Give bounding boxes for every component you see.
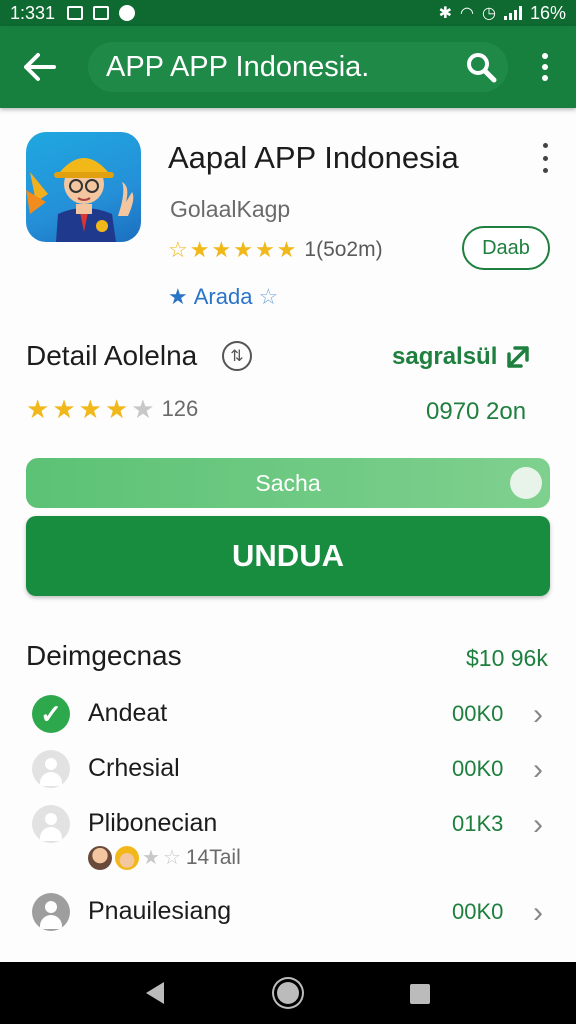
dot-icon bbox=[542, 53, 548, 59]
developer-name[interactable]: GolaalKagp bbox=[170, 196, 290, 223]
app-title: Aapal APP Indonesia bbox=[168, 140, 459, 175]
star-icon: ★ bbox=[189, 237, 210, 262]
dependency-size: 00K0 bbox=[452, 899, 504, 924]
mascot-icon bbox=[26, 158, 134, 242]
detail-title: Detail Aolelna bbox=[26, 340, 198, 371]
avatar bbox=[115, 846, 139, 870]
star-icon: ★ bbox=[26, 394, 50, 424]
nav-back-icon[interactable] bbox=[146, 982, 164, 1004]
dependency-row[interactable]: ✓ Andeat 00K0 › bbox=[0, 687, 576, 743]
search-icon bbox=[467, 53, 497, 83]
search-field[interactable]: APP APP Indonesia. bbox=[88, 42, 508, 92]
back-button[interactable] bbox=[0, 26, 80, 108]
sort-icon[interactable]: ⇅ bbox=[222, 341, 252, 371]
dependency-row[interactable]: Pnauilesiang 00K0 › bbox=[0, 885, 576, 941]
dependencies-title: Deimgecnas bbox=[26, 640, 182, 671]
sub-rating-count: 14Tail bbox=[185, 846, 241, 869]
progress-bar[interactable]: Sacha bbox=[26, 458, 550, 508]
wifi-icon: ◠ bbox=[460, 5, 474, 22]
star-outline-icon: ☆ bbox=[168, 237, 188, 262]
dot-icon bbox=[542, 168, 548, 173]
overflow-menu-button[interactable] bbox=[528, 42, 562, 92]
user-icon bbox=[32, 893, 70, 931]
arrow-left-icon bbox=[24, 53, 56, 81]
star-icon: ★ bbox=[52, 394, 76, 424]
status-bar: 1:331 ✱ ◠ ◷ 16% bbox=[0, 0, 576, 26]
star-outline-icon: ☆ bbox=[258, 284, 279, 309]
battery-percent: 16% bbox=[529, 2, 566, 23]
dependency-size: 00K0 bbox=[452, 701, 504, 726]
dependencies-total: $10 96k bbox=[466, 645, 548, 671]
app-toolbar: APP APP Indonesia. bbox=[0, 26, 576, 108]
dependency-name: Pnauilesiang bbox=[88, 897, 232, 925]
progress-label: Sacha bbox=[255, 469, 321, 496]
signal-icon bbox=[503, 6, 522, 20]
alarm-icon: ◷ bbox=[482, 5, 496, 22]
chevron-right-icon: › bbox=[533, 896, 543, 929]
expand-arrow-icon bbox=[507, 346, 530, 368]
install-button[interactable]: UNDUA bbox=[26, 516, 550, 596]
star-icon: ★ bbox=[104, 394, 129, 424]
detail-rating: ★ ★ ★ ★ ★ 126 bbox=[26, 396, 198, 422]
dependency-name: Andeat bbox=[88, 699, 168, 727]
image-notification-icon bbox=[93, 6, 110, 20]
star-empty-icon: ★ bbox=[142, 847, 160, 869]
dependency-size: 01K3 bbox=[452, 811, 504, 836]
detail-link-label: sagralsül bbox=[392, 343, 498, 370]
user-icon bbox=[32, 750, 70, 788]
rating-count: 1(5o2m) bbox=[304, 238, 383, 261]
star-icon: ★ bbox=[276, 237, 297, 262]
dot-icon bbox=[542, 155, 548, 161]
star-outline-icon: ☆ bbox=[162, 847, 181, 869]
app-rating: ☆ ★ ★ ★ ★ ★ 1(5o2m) bbox=[168, 238, 383, 262]
nav-home-icon[interactable] bbox=[277, 982, 299, 1004]
detail-size: 0970 2on bbox=[426, 398, 527, 425]
star-icon: ★ bbox=[211, 237, 232, 262]
dependency-name: Crhesial bbox=[88, 754, 180, 782]
dependency-size: 00K0 bbox=[452, 756, 504, 781]
status-icons: ✱ ◠ ◷ 16% bbox=[439, 3, 566, 24]
dependency-name: Plibonecian bbox=[88, 809, 218, 837]
star-empty-icon: ★ bbox=[131, 394, 155, 424]
app-icon[interactable] bbox=[26, 132, 141, 242]
user-icon bbox=[32, 805, 70, 843]
dependency-row[interactable]: Plibonecian 01K3 › bbox=[0, 797, 576, 853]
open-button[interactable]: Daab bbox=[462, 226, 550, 270]
avatar bbox=[88, 846, 112, 870]
system-nav-bar bbox=[0, 962, 576, 1024]
search-button[interactable] bbox=[456, 42, 506, 92]
chevron-right-icon: › bbox=[533, 753, 543, 786]
detail-link[interactable]: sagralsül bbox=[392, 343, 531, 371]
bluetooth-icon: ✱ bbox=[438, 5, 453, 22]
star-icon: ★ bbox=[168, 284, 188, 309]
app-notification-icon bbox=[119, 5, 136, 21]
dependency-row[interactable]: Crhesial 00K0 › bbox=[0, 742, 576, 798]
star-icon: ★ bbox=[78, 394, 102, 424]
star-icon: ★ bbox=[254, 237, 275, 262]
star-icon: ★ bbox=[233, 237, 253, 262]
dot-icon bbox=[542, 143, 548, 148]
app-menu-button[interactable] bbox=[536, 143, 554, 173]
status-time: 1:331 bbox=[10, 2, 56, 23]
notification-icon bbox=[67, 6, 84, 20]
nav-recents-icon[interactable] bbox=[410, 984, 430, 1004]
chevron-right-icon: › bbox=[533, 698, 543, 731]
detail-rating-count: 126 bbox=[161, 396, 199, 421]
dependency-sub-rating: ★ ☆ 14Tail bbox=[88, 846, 241, 870]
app-store-screen: 1:331 ✱ ◠ ◷ 16% APP APP Indonesia. Aapal… bbox=[0, 0, 576, 1024]
dot-icon bbox=[542, 64, 548, 70]
editor-badge: ★ Arada ☆ bbox=[168, 284, 278, 310]
dot-icon bbox=[542, 75, 548, 81]
progress-knob[interactable] bbox=[510, 467, 542, 499]
chevron-right-icon: › bbox=[533, 808, 543, 841]
check-icon: ✓ bbox=[32, 695, 70, 733]
badge-label: Arada bbox=[193, 284, 253, 309]
